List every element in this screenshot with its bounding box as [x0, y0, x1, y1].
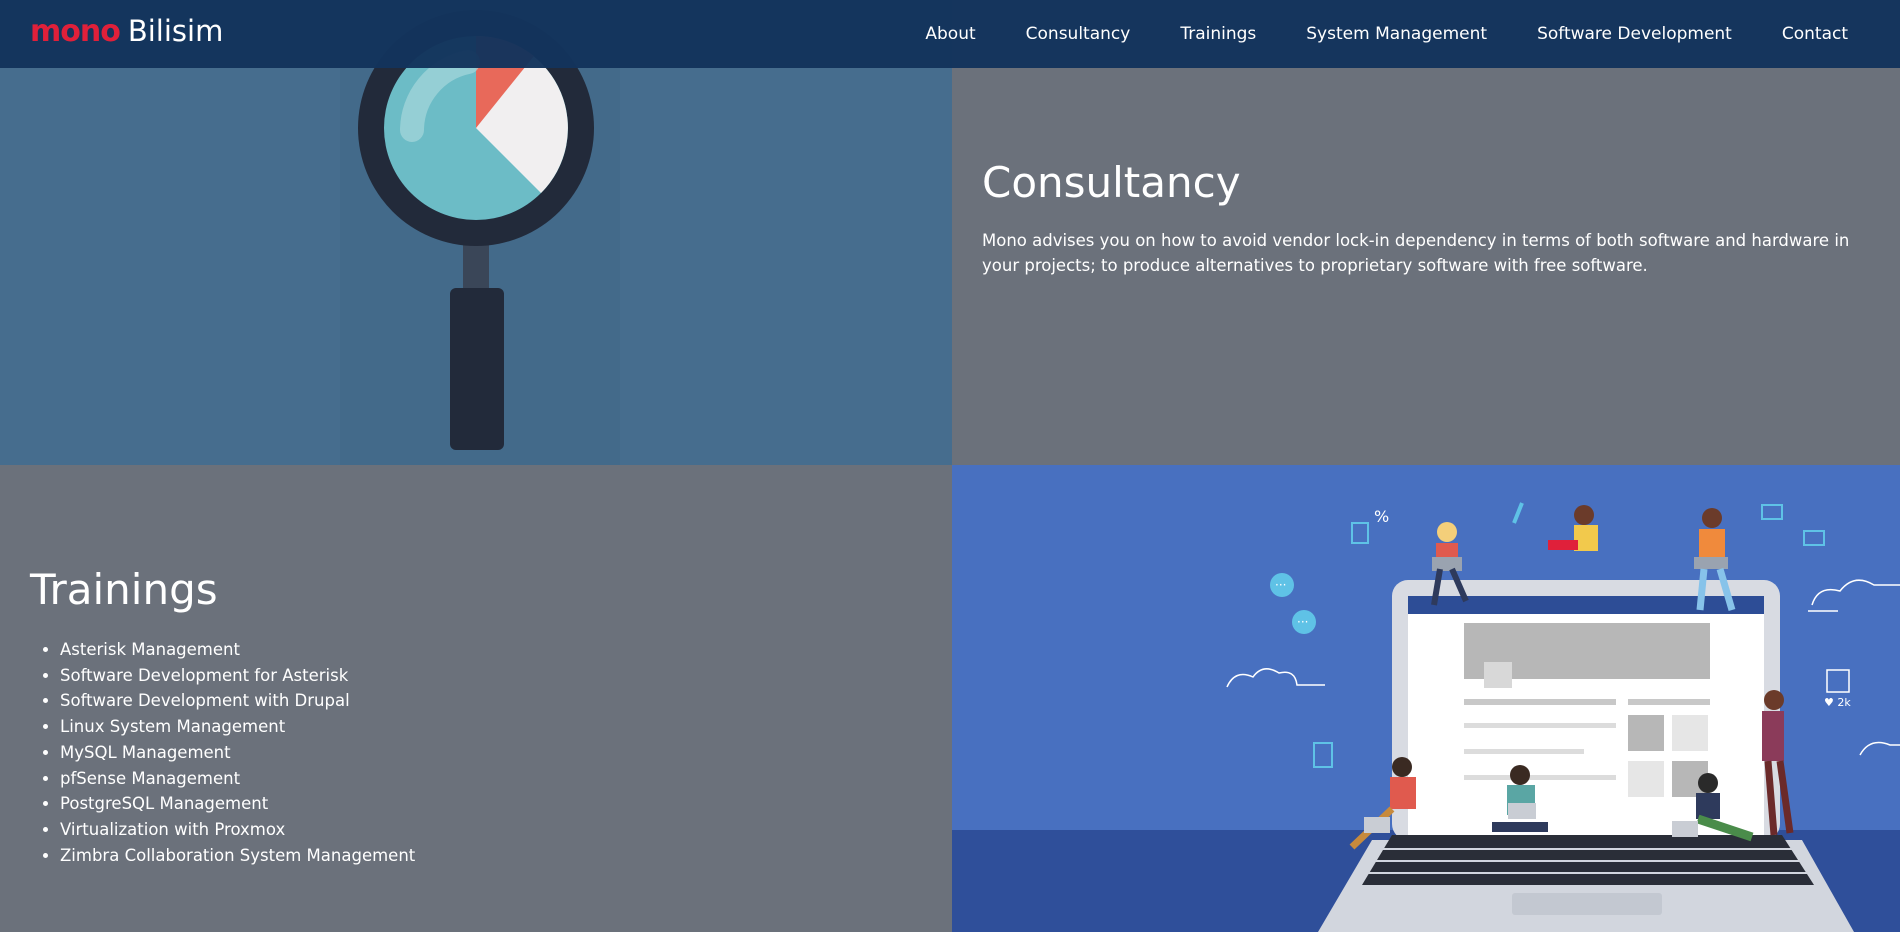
- nav-link-trainings[interactable]: Trainings: [1180, 24, 1256, 44]
- brand-name: Bilisim: [127, 14, 224, 48]
- svg-text:···: ···: [1297, 615, 1308, 629]
- trainings-list: Asterisk Management Software Development…: [30, 637, 415, 868]
- list-item: PostgreSQL Management: [60, 791, 415, 817]
- consultancy-description: Mono advises you on how to avoid vendor …: [982, 231, 1850, 275]
- people-on-laptop-icon: ··· ··· % ♥ 2k: [952, 502, 1900, 932]
- consultancy-section: Consultancy Mono advises you on how to a…: [952, 0, 1900, 465]
- list-item: Linux System Management: [60, 714, 415, 740]
- nav-link-software-development[interactable]: Software Development: [1537, 24, 1732, 44]
- list-item: pfSense Management: [60, 766, 415, 792]
- trainings-title: Trainings: [30, 565, 218, 614]
- magnifier-pie-chart-icon: [340, 0, 620, 465]
- list-item: Asterisk Management: [60, 637, 415, 663]
- nav-link-about[interactable]: About: [925, 24, 975, 44]
- trainings-section: Trainings Asterisk Management Software D…: [0, 465, 952, 932]
- nav-link-contact[interactable]: Contact: [1782, 24, 1848, 44]
- list-item: Software Development for Asterisk: [60, 663, 415, 689]
- consultancy-illustration-panel: [0, 0, 952, 465]
- nav-link-consultancy[interactable]: Consultancy: [1026, 24, 1131, 44]
- trainings-illustration-panel: ··· ··· % ♥ 2k: [952, 465, 1900, 932]
- consultancy-title: Consultancy: [982, 158, 1241, 207]
- svg-text:···: ···: [1275, 578, 1286, 592]
- list-item: MySQL Management: [60, 740, 415, 766]
- main-nav: About Consultancy Trainings System Manag…: [875, 0, 1848, 68]
- top-navbar: mono Bilisim About Consultancy Trainings…: [0, 0, 1900, 68]
- brand-logo-word: mono: [30, 14, 121, 49]
- nav-link-system-management[interactable]: System Management: [1306, 24, 1487, 44]
- list-item: Virtualization with Proxmox: [60, 817, 415, 843]
- likes-badge: ♥ 2k: [1824, 696, 1851, 709]
- list-item: Zimbra Collaboration System Management: [60, 843, 415, 869]
- brand-logo[interactable]: mono Bilisim: [30, 14, 223, 49]
- list-item: Software Development with Drupal: [60, 688, 415, 714]
- discount-badge: %: [1374, 507, 1389, 526]
